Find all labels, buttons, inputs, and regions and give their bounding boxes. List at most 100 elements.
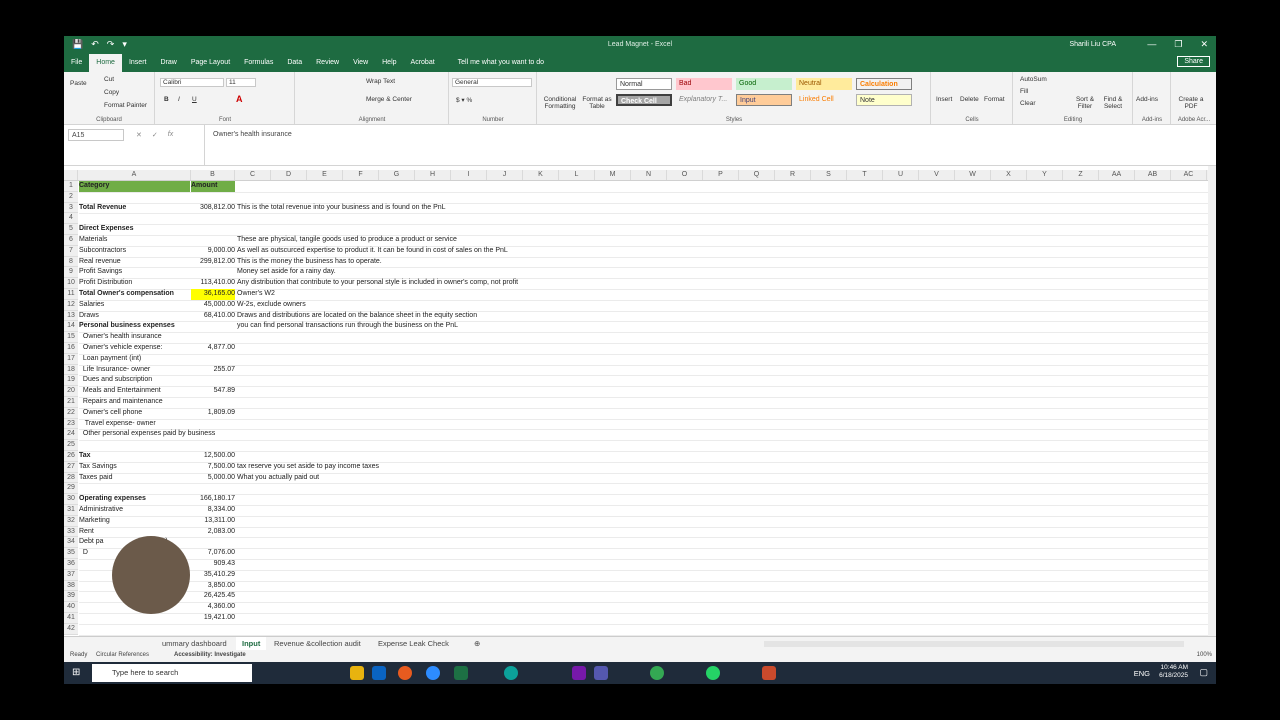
format-as-table-button[interactable]: Format as Table [580, 96, 614, 110]
column-header[interactable]: B [191, 170, 235, 180]
outlook-icon[interactable] [372, 666, 386, 680]
worksheet-grid[interactable]: A B C D E F G H I J K L M N O P Q R S T U V W X Y Z AA AB AC 1 Catego… [64, 166, 1216, 638]
tab-review[interactable]: Review [309, 54, 346, 72]
column-header[interactable]: AB [1135, 170, 1171, 180]
cell-b[interactable] [191, 419, 235, 430]
font-name-select[interactable]: Calibri [160, 78, 224, 87]
column-header[interactable]: W [955, 170, 991, 180]
excel-taskbar-icon[interactable] [454, 666, 468, 680]
powerpoint-icon[interactable] [762, 666, 776, 680]
cell-c[interactable]: What you actually paid out [237, 473, 319, 484]
row-number[interactable]: 41 [64, 613, 78, 624]
cell-a[interactable] [79, 192, 190, 203]
row-number[interactable]: 39 [64, 591, 78, 603]
cell-a[interactable]: Total Revenue [79, 203, 190, 214]
row-number[interactable]: 13 [64, 310, 78, 322]
cell-c[interactable]: Draws and distributions are located on t… [237, 311, 477, 322]
row-number[interactable]: 11 [64, 289, 78, 300]
enter-icon[interactable]: ✓ [152, 131, 158, 139]
function-icon[interactable]: fx [168, 131, 173, 139]
cell-a[interactable]: Owner's cell phone [79, 408, 190, 419]
column-header[interactable]: P [703, 170, 739, 180]
cell-b[interactable]: 909.43 [191, 559, 235, 570]
conditional-formatting-button[interactable]: Conditional Formatting [542, 96, 578, 110]
teams-icon[interactable] [594, 666, 608, 680]
row-number[interactable]: 20 [64, 386, 78, 397]
column-header[interactable]: Z [1063, 170, 1099, 180]
cell-b[interactable]: 45,000.00 [191, 300, 235, 311]
cell-a[interactable]: Life Insurance- owner [79, 365, 190, 376]
row-number[interactable]: 37 [64, 569, 78, 581]
cell-b[interactable]: 19,421.00 [191, 613, 235, 624]
column-header[interactable]: K [523, 170, 559, 180]
zoom-level[interactable]: 100% [1197, 652, 1212, 658]
notifications-icon[interactable]: ▢ [1199, 667, 1208, 678]
cell-b[interactable] [191, 213, 235, 224]
row-number[interactable]: 32 [64, 515, 78, 527]
add-sheet-icon[interactable]: ⊕ [468, 637, 486, 651]
cell-a[interactable]: Real revenue [79, 257, 190, 268]
cell-b[interactable] [191, 354, 235, 365]
cell-b[interactable] [191, 483, 235, 494]
column-header[interactable]: AA [1099, 170, 1135, 180]
cell-a[interactable]: Category [79, 181, 190, 192]
cell-a[interactable]: Repairs and maintenance [79, 397, 190, 408]
currency-icon[interactable]: $ ▾ % [456, 96, 472, 104]
minimize-icon[interactable]: — [1147, 39, 1156, 50]
cell-a[interactable]: Tax Savings [79, 462, 190, 473]
style-bad[interactable]: Bad [676, 78, 732, 90]
tell-me-search[interactable]: Tell me what you want to do [442, 54, 551, 72]
row-number[interactable]: 26 [64, 451, 78, 462]
column-header[interactable]: G [379, 170, 415, 180]
style-check-cell[interactable]: Check Cell [616, 94, 672, 106]
name-box[interactable]: A15 [68, 129, 124, 141]
cell-a[interactable]: Owner's vehicle expense: [79, 343, 190, 354]
cell-a[interactable] [79, 624, 190, 635]
row-number[interactable]: 9 [64, 267, 78, 279]
cell-a[interactable]: Other personal expenses paid by business [79, 429, 215, 440]
cell-a[interactable]: Materials [79, 235, 190, 246]
file-explorer-icon[interactable] [350, 666, 364, 680]
column-header[interactable]: Q [739, 170, 775, 180]
style-good[interactable]: Good [736, 78, 792, 90]
cell-a[interactable]: Personal business expenses [79, 321, 190, 332]
autosum-button[interactable]: AutoSum [1020, 76, 1047, 83]
row-number[interactable]: 38 [64, 580, 78, 592]
cell-a[interactable]: Operating expenses [79, 494, 190, 505]
taskbar-search[interactable]: Type here to search [92, 664, 252, 682]
insert-cells-button[interactable]: Insert [936, 96, 952, 103]
cell-b[interactable]: 299,812.00 [191, 257, 235, 268]
column-header[interactable]: N [631, 170, 667, 180]
row-number[interactable]: 10 [64, 278, 78, 289]
row-number[interactable]: 33 [64, 526, 78, 538]
row-number[interactable]: 15 [64, 332, 78, 343]
cell-b[interactable] [191, 332, 235, 343]
cell-c[interactable]: This is the total revenue into your busi… [237, 203, 446, 214]
cell-b[interactable] [191, 192, 235, 203]
font-size-select[interactable]: 11 [226, 78, 256, 87]
column-header[interactable]: Y [1027, 170, 1063, 180]
horizontal-scrollbar[interactable] [764, 641, 1184, 647]
cell-c[interactable]: Money set aside for a rainy day. [237, 267, 336, 278]
cell-a[interactable]: Meals and Entertainment [79, 386, 190, 397]
maximize-icon[interactable]: ❐ [1174, 39, 1182, 50]
cell-b[interactable] [191, 440, 235, 451]
sheet-tab-expense-leak[interactable]: Expense Leak Check [372, 637, 455, 651]
cell-a[interactable] [79, 483, 190, 494]
tab-draw[interactable]: Draw [153, 54, 183, 72]
cell-a[interactable]: Tax [79, 451, 190, 462]
font-color-icon[interactable]: A [236, 94, 243, 104]
row-number[interactable]: 5 [64, 224, 78, 235]
windows-start-icon[interactable]: ⊞ [72, 667, 80, 678]
delete-cells-button[interactable]: Delete [960, 96, 979, 103]
cell-c[interactable]: you can find personal transactions run t… [237, 321, 458, 332]
tab-data[interactable]: Data [280, 54, 309, 72]
cell-b[interactable]: 308,812.00 [191, 203, 235, 214]
cell-b[interactable]: 12,500.00 [191, 451, 235, 462]
row-number[interactable]: 16 [64, 343, 78, 354]
row-number[interactable]: 2 [64, 191, 78, 203]
language-indicator[interactable]: ENG [1134, 669, 1150, 678]
cell-a[interactable]: Marketing [79, 516, 190, 527]
column-header[interactable]: U [883, 170, 919, 180]
close-icon[interactable]: ✕ [1200, 39, 1208, 50]
